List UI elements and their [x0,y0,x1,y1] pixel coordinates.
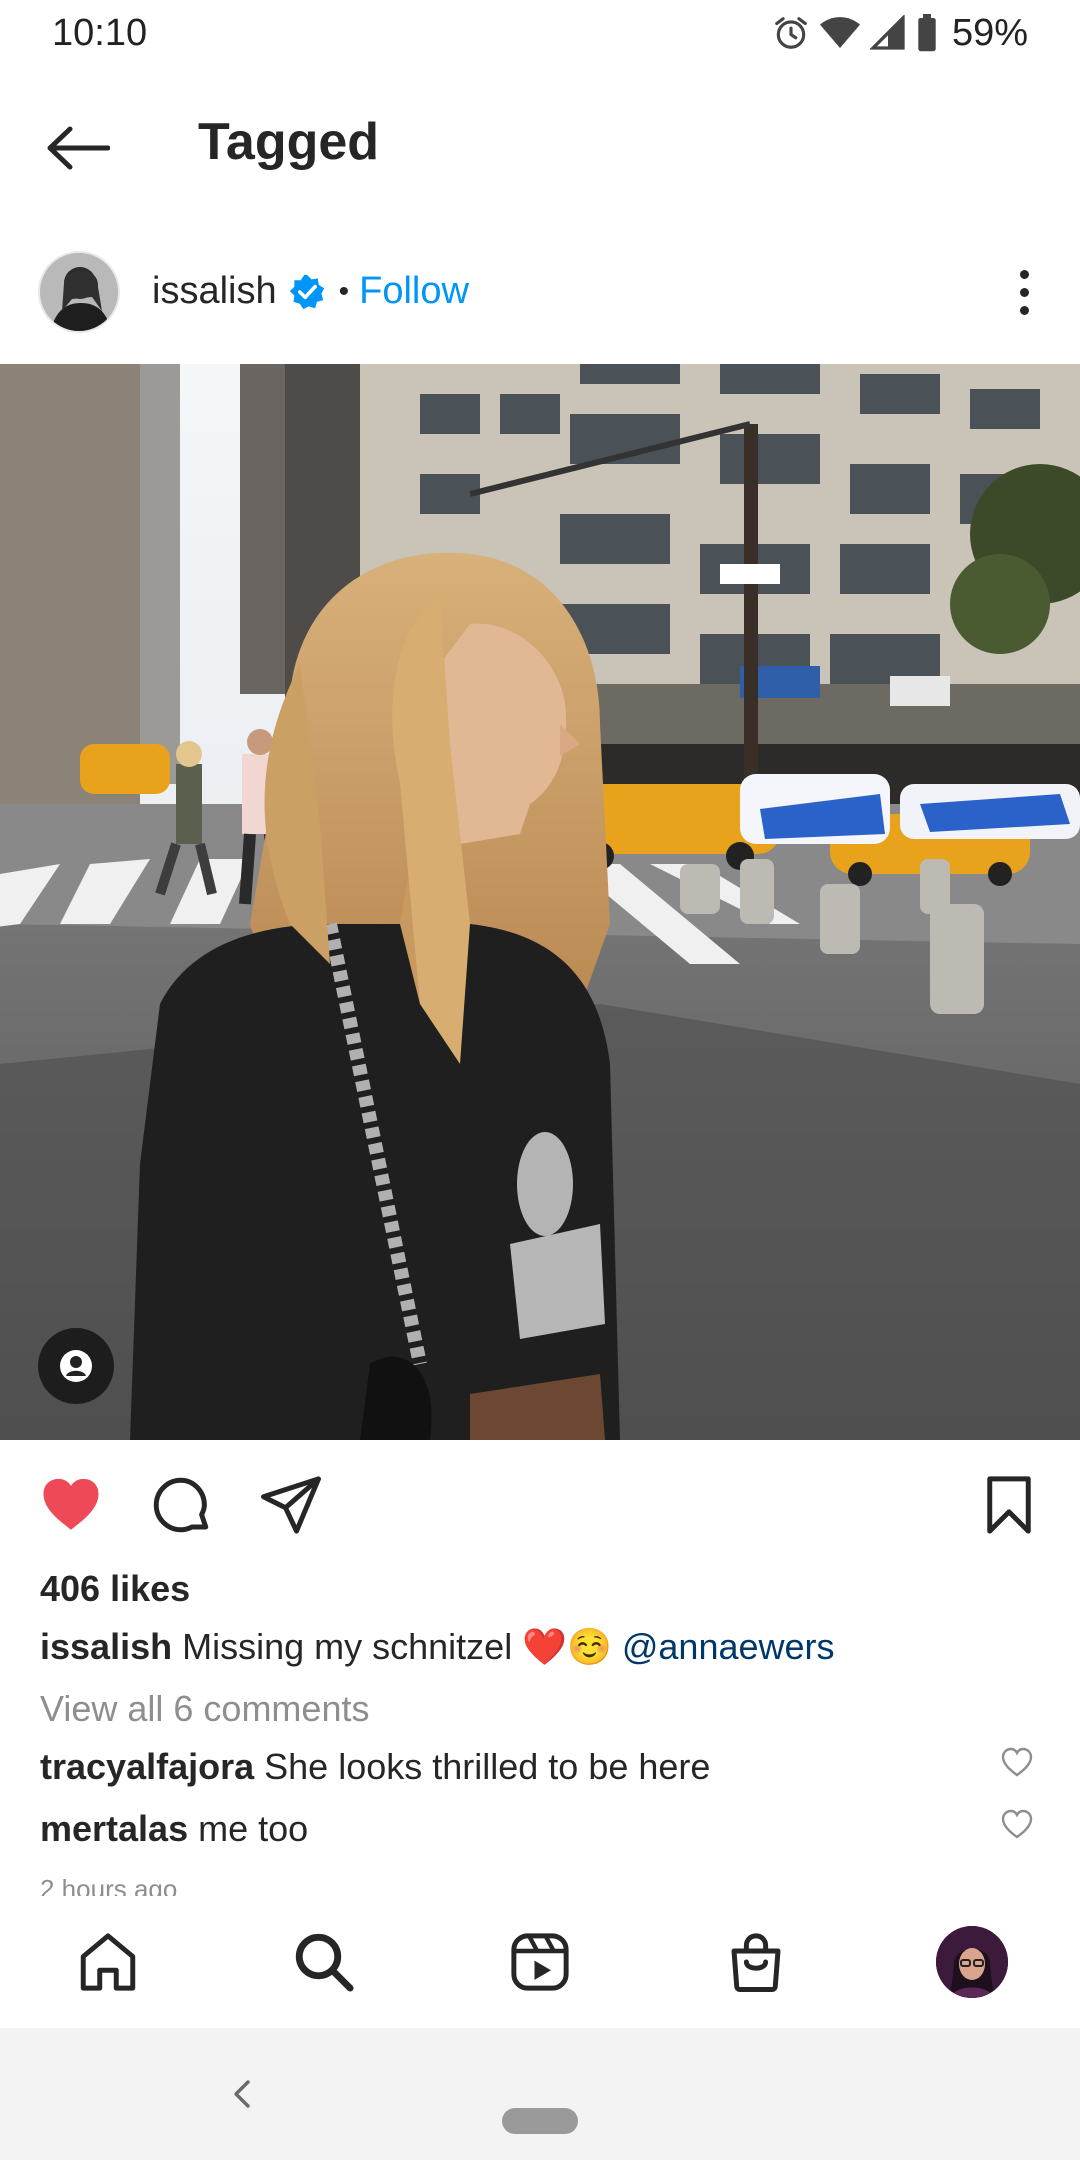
comment-heart-icon[interactable] [1000,1746,1034,1778]
nav-reels[interactable] [504,1926,576,1998]
bottom-navigation [0,1896,1080,2028]
post-timestamp: 2 hours ago [40,1874,178,1898]
page-title: Tagged [198,113,380,171]
caption-text: Missing my schnitzel ❤️☺️ [182,1626,612,1667]
comment-item: mertalas me too [40,1808,308,1850]
wifi-icon [819,17,860,48]
street-photo [0,364,1080,1440]
status-icons: 59% [772,10,1028,56]
heart-filled-icon[interactable] [38,1472,104,1538]
shop-icon [731,1933,781,1992]
comment-username[interactable]: tracyalfajora [40,1746,254,1787]
nav-home[interactable] [72,1926,144,1998]
system-home-pill[interactable] [502,2108,578,2134]
person-tag-icon [60,1350,92,1382]
profile-avatar[interactable] [936,1926,1008,1998]
battery-icon [918,14,936,52]
system-back-icon[interactable] [222,2074,262,2114]
separator-dot: • [338,274,350,308]
arrow-left-icon [47,126,110,170]
avatar-image [40,253,118,331]
caption-username[interactable]: issalish [40,1626,172,1667]
comment-item: tracyalfajora She looks thrilled to be h… [40,1746,710,1788]
post-actions [0,1460,1080,1550]
post-username[interactable]: issalish [152,270,277,313]
alarm-icon [775,17,807,49]
reels-icon [511,1933,569,1991]
comment-heart-icon[interactable] [1000,1808,1034,1840]
system-navigation-bar [0,2028,1080,2160]
view-all-comments-link[interactable]: View all 6 comments [40,1688,369,1730]
back-button[interactable] [40,110,116,186]
search-icon [295,1933,354,1992]
user-avatar[interactable] [38,251,120,333]
comment-username[interactable]: mertalas [40,1808,188,1849]
status-bar: 10:10 59% [0,0,1080,72]
profile-avatar-image [936,1926,1008,1998]
post-caption: issalish Missing my schnitzel ❤️☺️ @anna… [40,1626,835,1668]
post-header: issalish • Follow [0,232,1080,352]
nav-shop[interactable] [720,1926,792,1998]
comment-text: me too [198,1808,309,1849]
home-icon [80,1933,136,1991]
tagged-people-button[interactable] [38,1328,114,1404]
battery-percent: 59% [951,11,1028,54]
follow-button[interactable]: Follow [359,270,469,313]
likes-count[interactable]: 406 likes [40,1568,190,1610]
more-options-button[interactable] [994,260,1054,324]
post-photo[interactable] [0,364,1080,1440]
page-header: Tagged [0,72,1080,222]
share-icon[interactable] [258,1472,324,1538]
comment-icon[interactable] [148,1472,214,1538]
bookmark-icon[interactable] [976,1472,1042,1538]
signal-icon [869,15,905,50]
comment-text: She looks thrilled to be here [264,1746,711,1787]
more-vertical-icon [1019,269,1029,279]
username-row: issalish • Follow [152,270,469,313]
verified-badge-icon [289,274,324,309]
nav-search[interactable] [288,1926,360,1998]
status-time: 10:10 [52,12,148,54]
caption-mention[interactable]: @annaewers [622,1626,835,1667]
